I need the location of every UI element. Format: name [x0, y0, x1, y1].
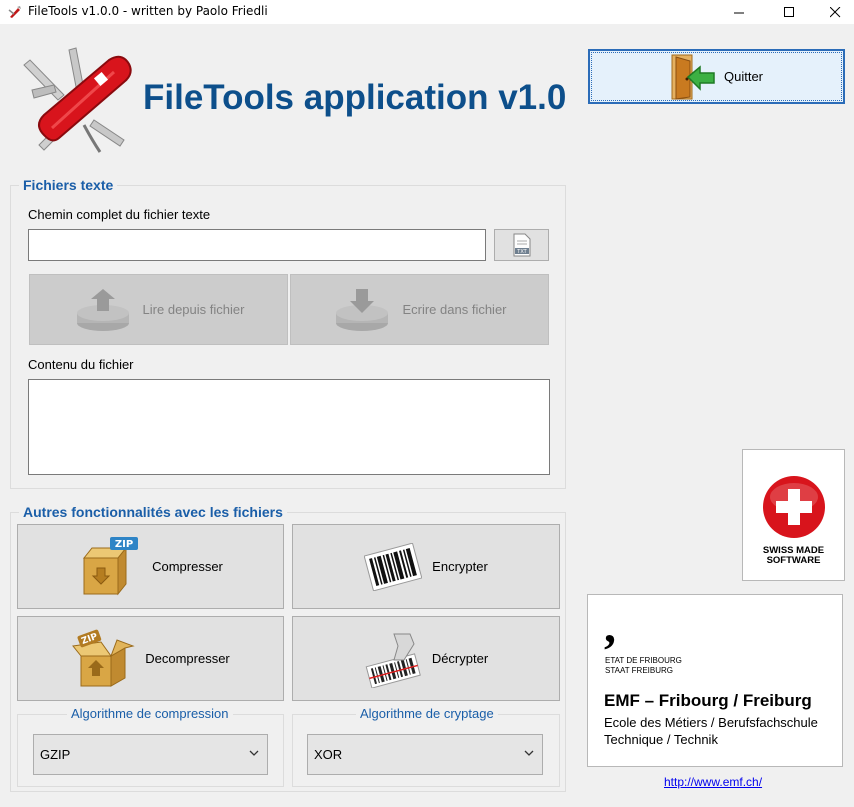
barcode-icon [364, 542, 423, 591]
write-disk-icon [336, 288, 389, 331]
emf-state-line2: STAAT FREIBURG [605, 666, 674, 675]
emf-sub2: Technique / Technik [604, 732, 718, 747]
quit-button[interactable]: Quitter [588, 49, 845, 104]
close-icon [829, 6, 840, 17]
crypto-algo-value: XOR [314, 747, 343, 762]
svg-text:TXT: TXT [516, 249, 527, 255]
read-from-file-label: Lire depuis fichier [142, 302, 245, 317]
compress-label: Compresser [152, 559, 223, 574]
quit-label: Quitter [723, 69, 763, 84]
txt-file-icon: TXT [513, 233, 530, 257]
exit-door-icon [671, 54, 715, 100]
barcode-scanner-icon [365, 633, 421, 688]
swiss-cross-icon [763, 476, 825, 538]
content-label: Contenu du fichier [28, 357, 134, 372]
crypto-algo-select[interactable]: XOR [307, 734, 543, 775]
write-to-file-button[interactable]: Ecrire dans fichier [290, 274, 549, 345]
chevron-down-icon [249, 750, 259, 756]
app-icon [8, 6, 21, 18]
title-bar: FileTools v1.0.0 - written by Paolo Frie… [0, 0, 854, 24]
encrypt-button[interactable]: Encrypter [292, 524, 560, 609]
text-files-group-title: Fichiers texte [19, 177, 118, 193]
browse-button[interactable]: TXT [494, 229, 549, 261]
close-button[interactable] [812, 0, 854, 24]
path-input[interactable] [28, 229, 486, 261]
minimize-button[interactable] [716, 0, 762, 24]
emf-sub1: Ecole des Métiers / Berufsfachschule [604, 715, 818, 730]
chevron-down-icon [524, 750, 534, 756]
decrypt-button[interactable]: Décrypter [292, 616, 560, 701]
content-textarea[interactable] [28, 379, 550, 475]
maximize-button[interactable] [766, 0, 812, 24]
read-disk-icon [76, 288, 129, 331]
zip-box-icon: ZIP [83, 536, 139, 595]
decompress-label: Decompresser [145, 651, 230, 666]
minimize-icon [733, 12, 744, 13]
emf-website-link[interactable]: http://www.emf.ch/ [664, 775, 762, 789]
swiss-army-knife-icon [23, 47, 132, 153]
compression-algo-value: GZIP [40, 747, 71, 762]
compression-algo-select[interactable]: GZIP [33, 734, 268, 775]
emf-logo: , ETAT DE FRIBOURG STAAT FREIBURG EMF – … [587, 594, 843, 767]
zip-badge: ZIP [115, 539, 133, 550]
other-features-group-title: Autres fonctionnalités avec les fichiers [19, 504, 287, 520]
write-to-file-label: Ecrire dans fichier [402, 302, 507, 317]
compress-button[interactable]: ZIP Compresser [17, 524, 284, 609]
swiss-badge-line2: SOFTWARE [766, 555, 821, 566]
read-from-file-button[interactable]: Lire depuis fichier [29, 274, 288, 345]
crypto-algo-label: Algorithme de cryptage [356, 706, 498, 721]
window-title: FileTools v1.0.0 - written by Paolo Frie… [28, 4, 268, 18]
decompress-button[interactable]: ZIP Decompresser [17, 616, 284, 701]
emf-name: EMF – Fribourg / Freiburg [604, 691, 812, 710]
encrypt-label: Encrypter [432, 559, 488, 574]
emf-state-line1: ETAT DE FRIBOURG [605, 656, 682, 665]
open-zip-box-icon: ZIP [72, 629, 135, 687]
emf-comma-mark: , [604, 600, 616, 653]
decrypt-label: Décrypter [431, 651, 489, 666]
path-label: Chemin complet du fichier texte [28, 207, 211, 222]
swiss-made-badge: SWISS MADE SOFTWARE [742, 449, 845, 581]
maximize-icon [783, 6, 794, 17]
app-title: FileTools application v1.0 [143, 78, 567, 117]
compression-algo-label: Algorithme de compression [67, 706, 233, 721]
